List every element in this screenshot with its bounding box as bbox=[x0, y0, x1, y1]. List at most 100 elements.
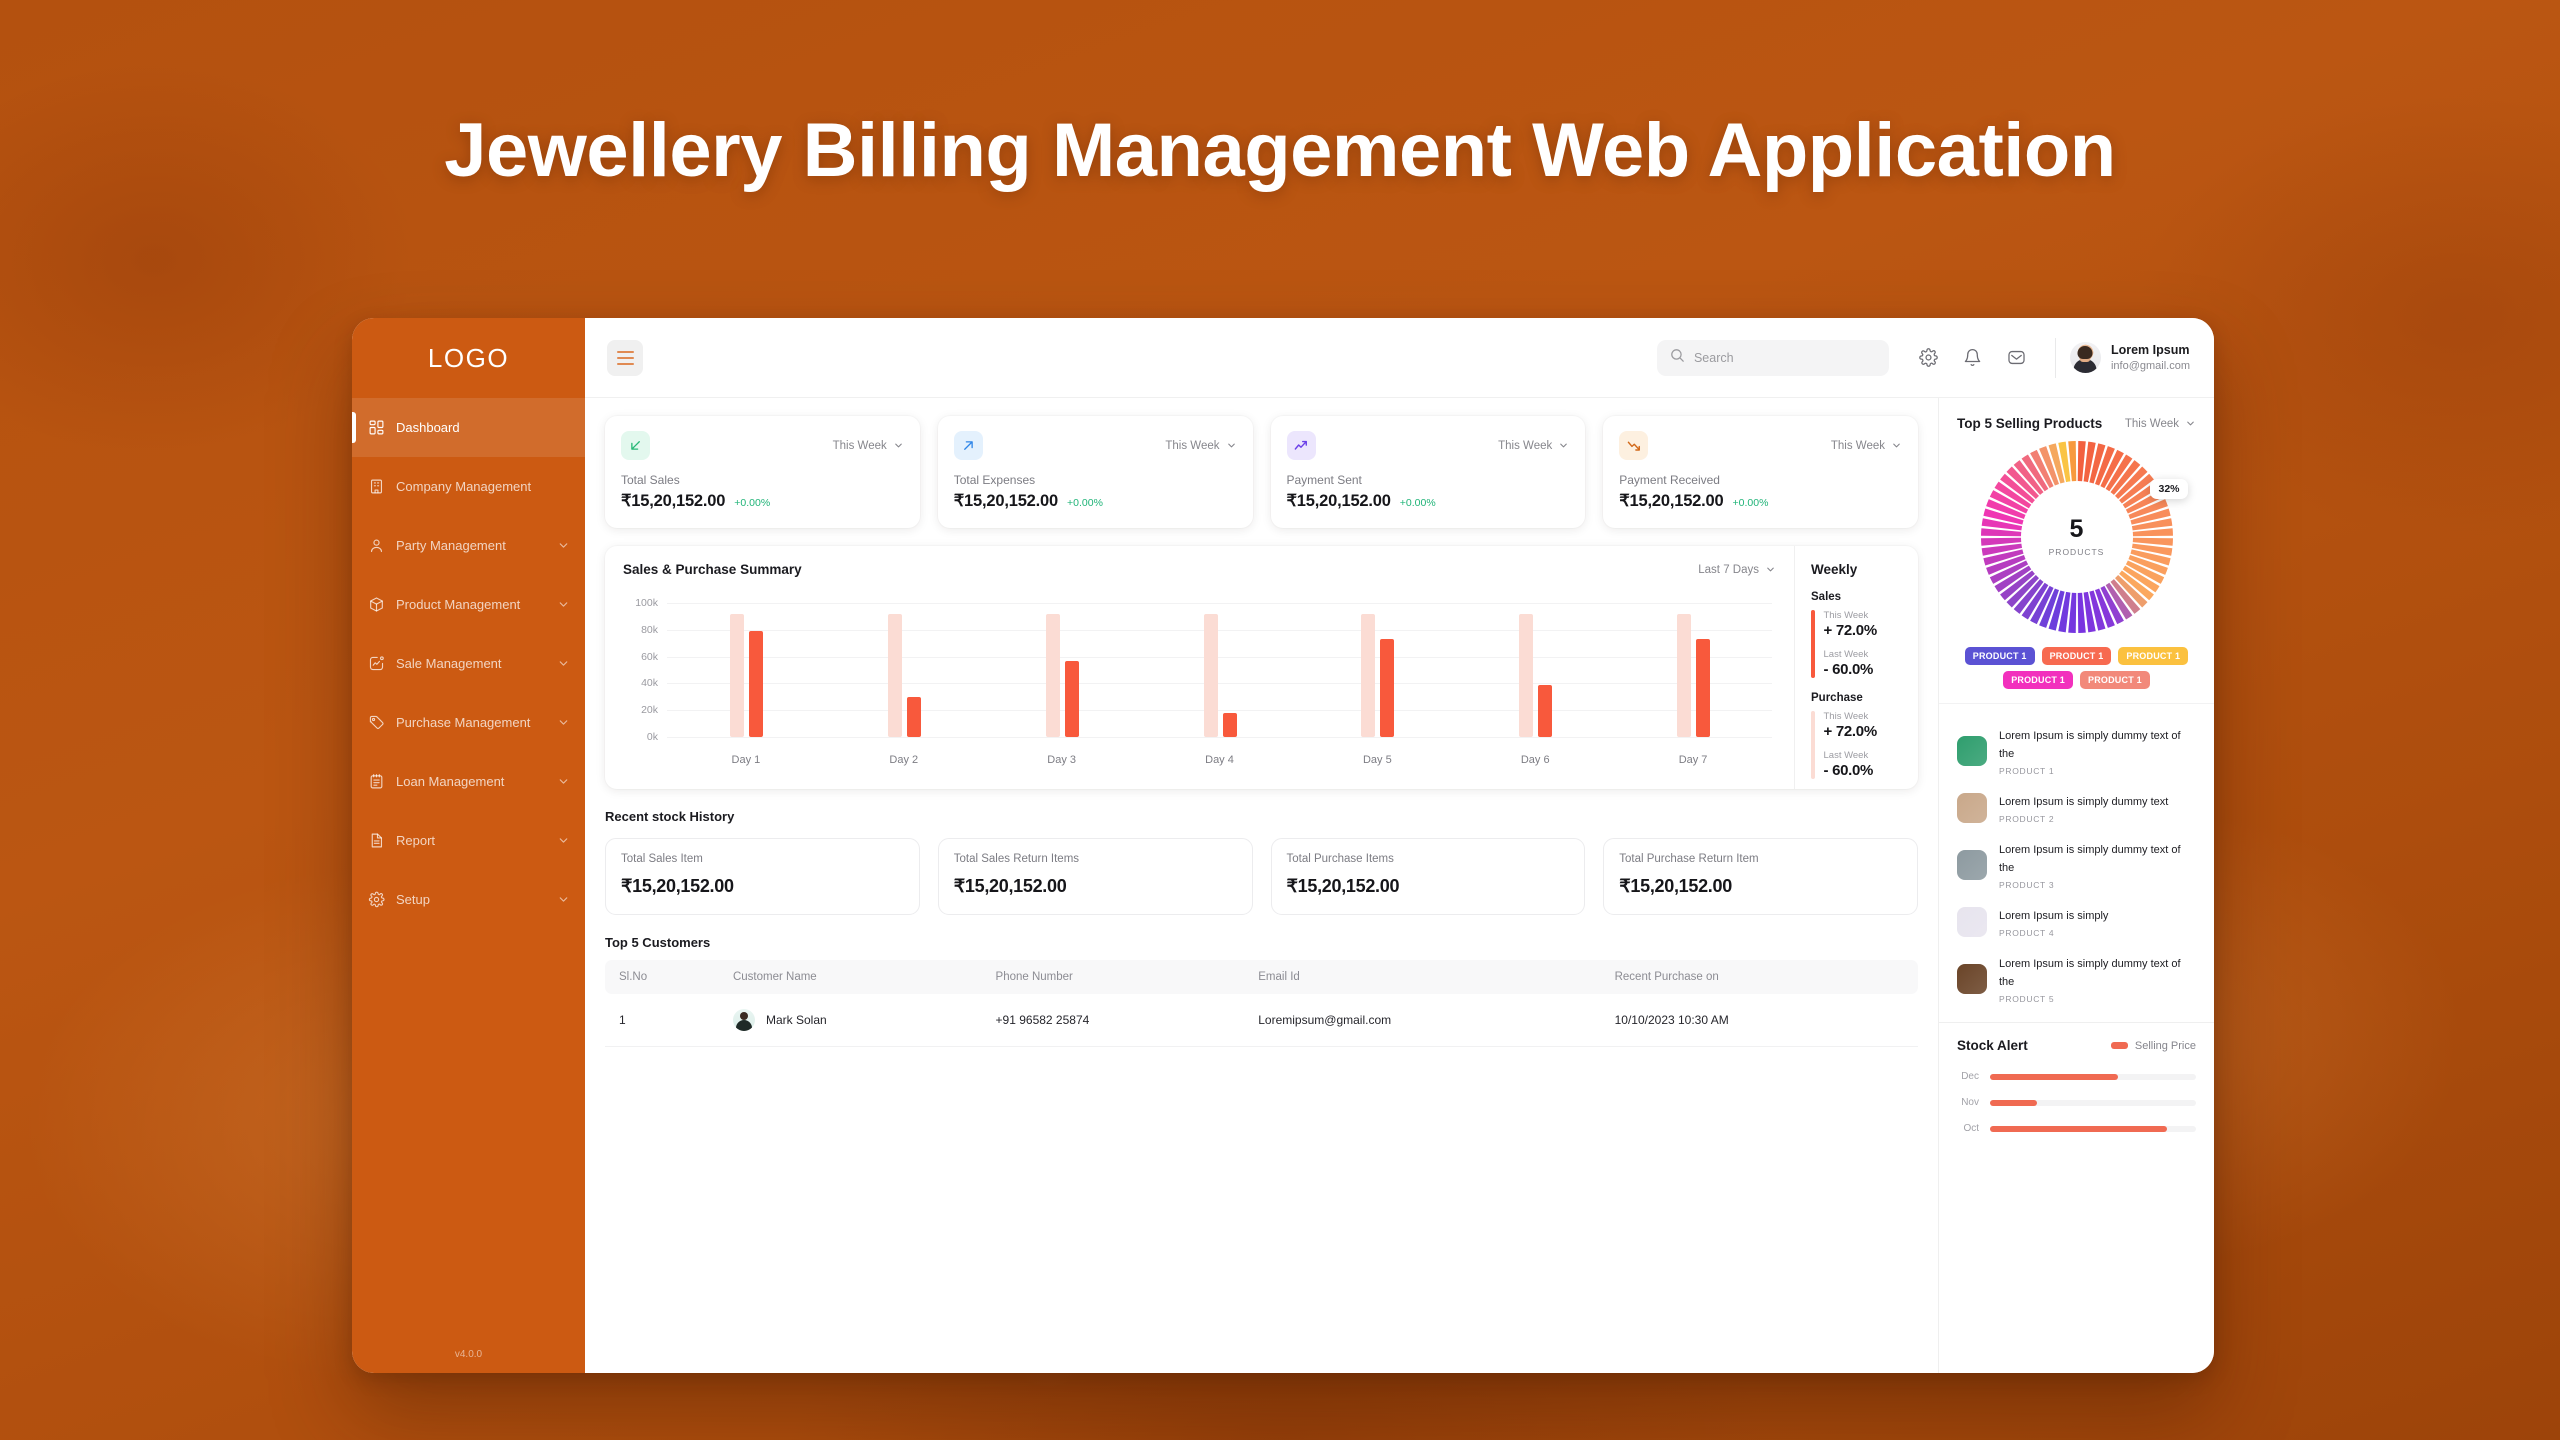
chevron-down-icon bbox=[894, 443, 902, 448]
chevron-down-icon bbox=[1767, 567, 1774, 572]
weekly-group-sales: Sales This Week + 72.0% Last Week - 60.0% bbox=[1811, 591, 1918, 678]
weekly-groups: Sales This Week + 72.0% Last Week - 60.0% Pur… bbox=[1811, 591, 1918, 779]
bar-sales bbox=[1696, 639, 1711, 737]
stock-alert-fill bbox=[1990, 1099, 2038, 1106]
hamburger-menu-icon[interactable] bbox=[607, 339, 643, 376]
sidebar-item-product-management[interactable]: Product Management bbox=[352, 575, 585, 634]
table-row[interactable]: 1 Mark Solan +91 96582 25874 Loremipsum@gma… bbox=[605, 994, 1918, 1047]
chevron-down-icon[interactable] bbox=[557, 893, 570, 906]
left-column: This Week Total Sales ₹15,20,152.00 +0.00% T… bbox=[585, 398, 1938, 1373]
sidebar-item-company-management[interactable]: Company Management bbox=[352, 457, 585, 516]
sidebar-logo[interactable]: LOGO bbox=[352, 318, 585, 398]
stock-alert-legend: Selling Price bbox=[2110, 1040, 2196, 1052]
stock-alert-header: Stock Alert Selling Price bbox=[1957, 1038, 2196, 1053]
bar-purchase bbox=[1361, 613, 1376, 737]
stock-alert-fill bbox=[1990, 1125, 2168, 1132]
product-tag[interactable]: PRODUCT 1 bbox=[2118, 647, 2189, 665]
chevron-down-icon bbox=[1893, 443, 1900, 448]
kpi-top: This Week bbox=[1619, 431, 1902, 460]
chevron-down-icon[interactable] bbox=[557, 716, 570, 729]
mail-icon[interactable] bbox=[2000, 341, 2034, 375]
top-selling-period-dropdown[interactable]: This Week bbox=[2125, 418, 2196, 430]
stock-card-value: ₹15,20,152.00 bbox=[953, 876, 1067, 896]
stock-alert-track bbox=[1990, 1099, 2196, 1106]
bell-icon[interactable] bbox=[1956, 341, 1990, 375]
weekly-row-value: - 60.0% bbox=[1823, 661, 1874, 678]
arrow-up-right-icon bbox=[953, 431, 983, 460]
y-axis-tick: 80k bbox=[641, 623, 658, 636]
chart-square-icon bbox=[368, 655, 385, 672]
kpi-period-label: This Week bbox=[1830, 439, 1885, 452]
stock-alert-panel: Stock Alert Selling Price Dec Nov Oct bbox=[1939, 1022, 2214, 1373]
sidebar-item-loan-management[interactable]: Loan Management bbox=[352, 752, 585, 811]
chart-period-dropdown[interactable]: Last 7 Days bbox=[1698, 564, 1776, 576]
kpi-value-row: ₹15,20,152.00 +0.00% bbox=[954, 491, 1237, 511]
kpi-value: ₹15,20,152.00 bbox=[621, 492, 726, 510]
x-axis-tick: Day 6 bbox=[1520, 754, 1550, 766]
kpi-card-total-sales: This Week Total Sales ₹15,20,152.00 +0.00% bbox=[605, 416, 920, 528]
product-text: Lorem Ipsum is simply PRODUCT 4 bbox=[1999, 906, 2108, 938]
stock-alert-row: Nov bbox=[1957, 1097, 2196, 1108]
product-tag[interactable]: PRODUCT 1 bbox=[2080, 671, 2150, 689]
bar-sales bbox=[1380, 639, 1395, 737]
recent-stock-history: Recent stock History Total Sales Item ₹15… bbox=[605, 809, 1918, 915]
product-tag[interactable]: PRODUCT 1 bbox=[2041, 647, 2112, 665]
bar-sales bbox=[748, 631, 763, 737]
x-axis-tick: Day 1 bbox=[731, 754, 761, 766]
product-list-item[interactable]: Lorem Ipsum is simply dummy text of the P… bbox=[1957, 718, 2196, 784]
sidebar-item-purchase-management[interactable]: Purchase Management bbox=[352, 693, 585, 752]
sidebar-item-party-management[interactable]: Party Management bbox=[352, 516, 585, 575]
product-tag[interactable]: PRODUCT 1 bbox=[1964, 647, 2035, 665]
kpi-label: Payment Sent bbox=[1286, 473, 1362, 487]
chevron-down-icon[interactable] bbox=[557, 834, 570, 847]
gridline bbox=[667, 737, 1772, 738]
kpi-period-dropdown[interactable]: This Week bbox=[1831, 440, 1902, 452]
weekly-title: Weekly bbox=[1811, 562, 1858, 577]
kpi-label: Total Sales bbox=[621, 473, 680, 487]
kpi-card-payment-received: This Week Payment Received ₹15,20,152.00 +0… bbox=[1603, 416, 1918, 528]
y-axis-tick: 0k bbox=[646, 731, 658, 743]
stock-card-value: ₹15,20,152.00 bbox=[621, 876, 734, 896]
user-profile[interactable]: Lorem Ipsum info@gmail.com bbox=[2069, 342, 2190, 374]
product-tag[interactable]: PRODUCT 1 bbox=[2003, 671, 2073, 689]
chevron-down-icon[interactable] bbox=[557, 598, 570, 611]
bar-purchase bbox=[1045, 613, 1060, 737]
product-name: Lorem Ipsum is simply dummy text of the bbox=[1999, 844, 2181, 874]
user-icon bbox=[368, 537, 385, 554]
product-list-item[interactable]: Lorem Ipsum is simply PRODUCT 4 bbox=[1957, 898, 2196, 946]
kpi-period-dropdown[interactable]: This Week bbox=[1498, 440, 1569, 452]
product-list-item[interactable]: Lorem Ipsum is simply dummy text PRODUCT … bbox=[1957, 784, 2196, 832]
product-text: Lorem Ipsum is simply dummy text of the P… bbox=[1999, 726, 2196, 776]
sidebar-item-dashboard[interactable]: Dashboard bbox=[352, 398, 585, 457]
kpi-period-label: This Week bbox=[1498, 439, 1553, 452]
chart-period-label: Last 7 Days bbox=[1698, 563, 1759, 576]
kpi-value-row: ₹15,20,152.00 +0.00% bbox=[621, 491, 904, 511]
sidebar-item-sale-management[interactable]: Sale Management bbox=[352, 634, 585, 693]
search-input[interactable]: Search bbox=[1656, 339, 1889, 376]
top-selling-period-label: This Week bbox=[2124, 417, 2179, 430]
y-axis-tick: 100k bbox=[635, 597, 658, 609]
product-sublabel: PRODUCT 1 bbox=[1999, 766, 2055, 776]
kpi-delta: +0.00% bbox=[734, 497, 771, 509]
trend-down-icon bbox=[1619, 431, 1649, 460]
content: This Week Total Sales ₹15,20,152.00 +0.00% T… bbox=[585, 398, 2214, 1373]
stock-card: Total Sales Return Items ₹15,20,152.00 bbox=[937, 838, 1253, 915]
chevron-down-icon[interactable] bbox=[557, 775, 570, 788]
user-email: info@gmail.com bbox=[2110, 359, 2190, 372]
right-column: Top 5 Selling Products This Week 5 PRODU… bbox=[1938, 398, 2214, 1373]
stock-alert-month: Oct bbox=[1963, 1123, 1979, 1134]
chevron-down-icon[interactable] bbox=[557, 539, 570, 552]
kpi-period-dropdown[interactable]: This Week bbox=[833, 440, 904, 452]
sidebar-item-report[interactable]: Report bbox=[352, 811, 585, 870]
customers-table: Sl.No Customer Name Phone Number Email Id Re… bbox=[605, 960, 1918, 1047]
product-list-item[interactable]: Lorem Ipsum is simply dummy text of the P… bbox=[1957, 946, 2196, 1012]
chevron-down-icon[interactable] bbox=[557, 657, 570, 670]
sidebar-item-label: Company Management bbox=[396, 479, 532, 494]
kpi-period-label: This Week bbox=[832, 439, 887, 452]
column-header: Sl.No bbox=[605, 960, 725, 994]
sidebar-item-setup[interactable]: Setup bbox=[352, 870, 585, 929]
kpi-period-dropdown[interactable]: This Week bbox=[1165, 440, 1236, 452]
gear-icon[interactable] bbox=[1912, 341, 1946, 375]
weekly-group-title: Purchase bbox=[1811, 692, 1863, 704]
product-list-item[interactable]: Lorem Ipsum is simply dummy text of the P… bbox=[1957, 832, 2196, 898]
